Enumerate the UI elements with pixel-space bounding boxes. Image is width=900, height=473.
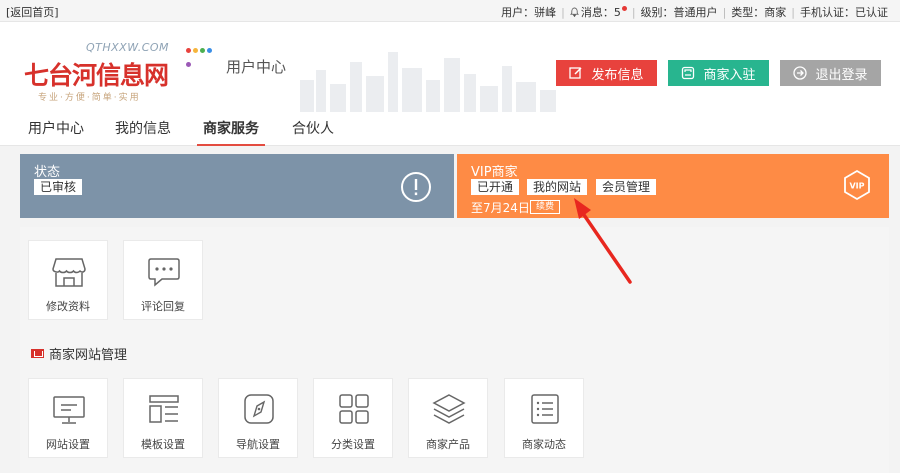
renew-button[interactable]: 续费 [530, 200, 561, 214]
bell-icon [569, 7, 579, 17]
merchant-news-label: 商家动态 [522, 438, 566, 451]
status-card: 状态 已审核 [20, 154, 454, 218]
merchant-products-tile[interactable]: 商家产品 [408, 378, 488, 458]
template-icon [149, 395, 179, 423]
nav-settings-tile[interactable]: 导航设置 [218, 378, 298, 458]
service-panel: 修改资料 评论回复 商家网站管理 网站设置 模板设置 导航设置 分类设置 商家产… [20, 227, 889, 473]
merchant-join-button[interactable]: 商家入驻 [668, 60, 769, 86]
website-settings-tile[interactable]: 网站设置 [28, 378, 108, 458]
template-settings-label: 模板设置 [141, 438, 185, 451]
my-website-button[interactable]: 我的网站 [527, 179, 588, 195]
merchant-news-tile[interactable]: 商家动态 [504, 378, 584, 458]
username-text: 用户：骈峰 [501, 6, 557, 19]
vip-expiry-date: 至7月24日 [471, 201, 530, 215]
vip-activated-chip: 已开通 [471, 179, 520, 195]
comment-reply-tile[interactable]: 评论回复 [123, 240, 203, 320]
publish-info-button[interactable]: 发布信息 [556, 60, 657, 86]
merchant-products-label: 商家产品 [426, 438, 470, 451]
status-badge: 已审核 [34, 179, 83, 195]
site-logo[interactable]: QTHXXW.COM 七台河信息网 专业·方便·简单·实用 [20, 36, 220, 103]
member-manage-button[interactable]: 会员管理 [596, 179, 657, 195]
tab-merchant-service[interactable]: 商家服务 [197, 118, 265, 146]
layers-icon [432, 394, 466, 424]
vip-card: VIP商家 已开通 我的网站 会员管理 至7月24日 续费 VIP [457, 154, 889, 218]
nav-settings-label: 导航设置 [236, 438, 280, 451]
site-header: QTHXXW.COM 七台河信息网 专业·方便·简单·实用 用户中心 发布信息 … [0, 22, 900, 112]
category-settings-label: 分类设置 [331, 438, 375, 451]
edit-profile-label: 修改资料 [46, 300, 90, 313]
tab-user-center[interactable]: 用户中心 [28, 118, 84, 146]
edit-profile-tile[interactable]: 修改资料 [28, 240, 108, 320]
messages-link[interactable]: 消息：5 [569, 4, 627, 20]
site-manage-heading: 商家网站管理 [31, 344, 127, 363]
top-bar: [返回首页] 用户：骈峰 | 消息：5 | 级别：普通用户 | 类型：商家 | … [0, 0, 900, 22]
publish-label: 发布信息 [591, 67, 644, 83]
level-text: 级别：普通用户 [640, 6, 718, 19]
logout-button[interactable]: 退出登录 [780, 60, 881, 86]
edit-icon [569, 67, 583, 79]
merchant-label: 商家入驻 [703, 67, 756, 83]
shop-icon [52, 258, 86, 287]
monitor-icon [53, 396, 85, 424]
comment-icon [148, 258, 180, 287]
vip-hexagon-icon: VIP [844, 169, 870, 201]
vip-title: VIP商家 [471, 165, 518, 180]
phone-verify-text: 手机认证：已认证 [800, 6, 888, 19]
logo-slogan: 专业·方便·简单·实用 [38, 93, 141, 103]
exclamation-circle-icon [401, 172, 431, 202]
logo-dots [186, 42, 220, 70]
website-settings-label: 网站设置 [46, 438, 90, 451]
unread-dot [621, 6, 627, 11]
main-nav: 用户中心 我的信息 商家服务 合伙人 [0, 112, 900, 146]
website-badge-icon [31, 349, 44, 358]
grid-icon [339, 394, 369, 424]
account-type-text: 类型：商家 [731, 6, 787, 19]
site-manage-title: 商家网站管理 [49, 348, 128, 363]
category-settings-tile[interactable]: 分类设置 [313, 378, 393, 458]
store-icon [682, 66, 695, 80]
tab-my-info[interactable]: 我的信息 [115, 118, 171, 146]
compass-icon [244, 394, 274, 424]
tab-partner[interactable]: 合伙人 [292, 118, 334, 146]
messages-text: 消息：5 [580, 6, 621, 19]
logo-domain: QTHXXW.COM [86, 41, 170, 54]
arrow-right-circle-icon [793, 66, 808, 80]
status-title: 状态 [34, 165, 61, 180]
svg-text:VIP: VIP [849, 182, 864, 191]
back-home-link[interactable]: [返回首页] [6, 4, 59, 20]
list-icon [531, 394, 559, 424]
template-settings-tile[interactable]: 模板设置 [123, 378, 203, 458]
city-skyline-image [300, 52, 556, 112]
comment-reply-label: 评论回复 [141, 300, 185, 313]
header-subtitle: 用户中心 [226, 58, 287, 76]
logout-label: 退出登录 [815, 67, 868, 83]
logo-text: 七台河信息网 [24, 61, 169, 90]
